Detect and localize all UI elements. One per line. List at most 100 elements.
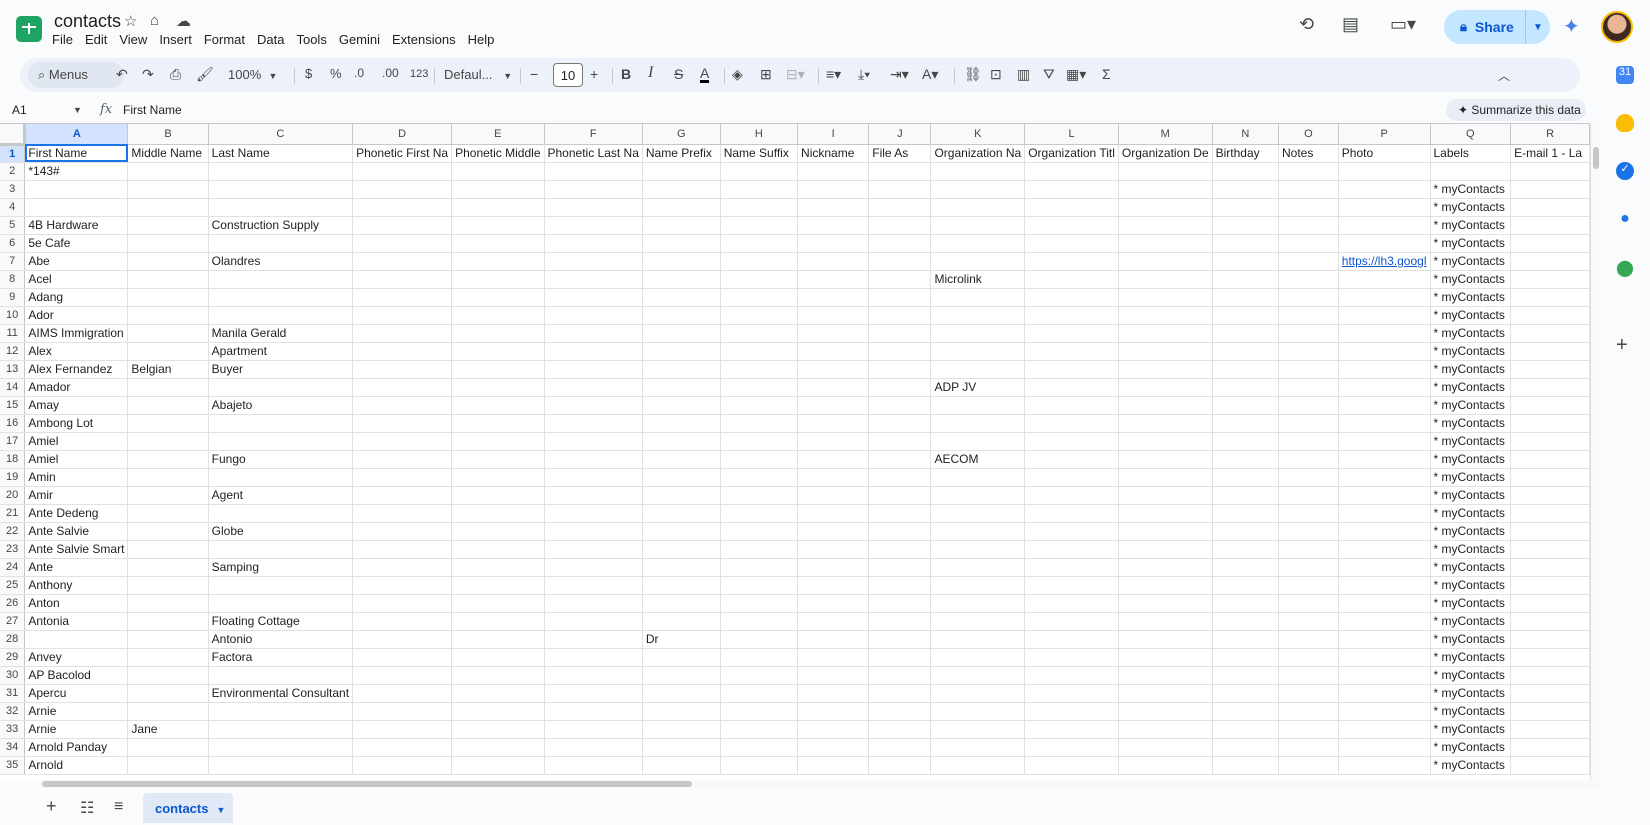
cell[interactable] bbox=[1118, 360, 1213, 379]
row-header[interactable]: 21 bbox=[0, 504, 26, 523]
cell[interactable] bbox=[720, 486, 799, 505]
cell[interactable] bbox=[797, 468, 870, 487]
cell[interactable]: * myContacts bbox=[1430, 414, 1512, 433]
column-header-h[interactable]: H bbox=[720, 124, 799, 145]
cell[interactable]: * myContacts bbox=[1430, 666, 1512, 685]
cell[interactable]: Jane bbox=[127, 720, 209, 739]
cell[interactable] bbox=[544, 522, 643, 541]
cell[interactable] bbox=[1338, 612, 1431, 631]
cell[interactable] bbox=[642, 648, 721, 667]
cell[interactable] bbox=[720, 342, 799, 361]
print-icon[interactable]: ⎙ bbox=[170, 66, 181, 83]
cell[interactable] bbox=[1212, 612, 1279, 631]
column-header-c[interactable]: C bbox=[208, 124, 354, 145]
cell[interactable] bbox=[1212, 360, 1279, 379]
cell[interactable] bbox=[451, 180, 545, 199]
cell[interactable] bbox=[451, 504, 545, 523]
cell[interactable] bbox=[720, 216, 799, 235]
cell[interactable] bbox=[127, 468, 209, 487]
cell[interactable] bbox=[868, 432, 932, 451]
collapse-toolbar-icon[interactable]: ︿ bbox=[1498, 67, 1510, 84]
strikethrough-icon[interactable]: S bbox=[674, 66, 683, 82]
cell[interactable] bbox=[797, 666, 870, 685]
cell[interactable] bbox=[127, 396, 209, 415]
cell[interactable]: *143# bbox=[24, 162, 129, 181]
cell[interactable] bbox=[1510, 612, 1590, 631]
cell[interactable] bbox=[352, 180, 453, 199]
cell[interactable] bbox=[642, 180, 721, 199]
cell[interactable] bbox=[1212, 540, 1279, 559]
cell[interactable] bbox=[1278, 252, 1339, 271]
cell[interactable] bbox=[868, 342, 932, 361]
insert-chart-icon[interactable]: ▥ bbox=[1017, 66, 1030, 83]
cell[interactable] bbox=[127, 288, 209, 307]
cell[interactable] bbox=[1338, 540, 1431, 559]
cell[interactable] bbox=[127, 756, 209, 775]
cell[interactable] bbox=[127, 270, 209, 289]
cell[interactable]: Ador bbox=[24, 306, 129, 325]
cell[interactable] bbox=[208, 738, 354, 757]
cell[interactable] bbox=[1118, 576, 1213, 595]
filter-views-icon[interactable]: ▦▾ bbox=[1066, 66, 1086, 83]
cell[interactable] bbox=[1024, 378, 1119, 397]
row-header[interactable]: 19 bbox=[0, 468, 26, 487]
cell[interactable] bbox=[1338, 702, 1431, 721]
cell[interactable]: Ante Salvie bbox=[24, 522, 129, 541]
cell[interactable] bbox=[930, 702, 1026, 721]
cell[interactable] bbox=[1212, 180, 1279, 199]
cell[interactable] bbox=[642, 162, 721, 181]
horizontal-scroll-thumb[interactable] bbox=[42, 781, 692, 787]
cell[interactable] bbox=[127, 432, 209, 451]
cell[interactable] bbox=[720, 558, 799, 577]
cell[interactable] bbox=[352, 738, 453, 757]
cell[interactable]: Apercu bbox=[24, 684, 129, 703]
cell[interactable] bbox=[544, 252, 643, 271]
cell[interactable] bbox=[544, 360, 643, 379]
cell[interactable] bbox=[451, 378, 545, 397]
cell[interactable] bbox=[1510, 558, 1590, 577]
menu-insert[interactable]: Insert bbox=[153, 32, 198, 50]
cell[interactable]: Apartment bbox=[208, 342, 354, 361]
cell[interactable] bbox=[1024, 558, 1119, 577]
cell[interactable] bbox=[1278, 738, 1339, 757]
cell[interactable] bbox=[127, 504, 209, 523]
cell[interactable] bbox=[544, 540, 643, 559]
cell[interactable] bbox=[352, 630, 453, 649]
cell[interactable] bbox=[352, 360, 453, 379]
chevron-down-icon[interactable]: ▼ bbox=[73, 105, 82, 115]
cell[interactable] bbox=[451, 666, 545, 685]
cell[interactable] bbox=[797, 450, 870, 469]
cell[interactable] bbox=[642, 198, 721, 217]
cell[interactable] bbox=[1118, 684, 1213, 703]
cell[interactable] bbox=[1278, 342, 1339, 361]
cell[interactable] bbox=[451, 414, 545, 433]
spreadsheet-grid[interactable]: ABCDEFGHIJKLMNOPQR 1 First Name Middle Na… bbox=[0, 123, 1590, 780]
cell[interactable] bbox=[720, 306, 799, 325]
cell[interactable] bbox=[352, 612, 453, 631]
cell[interactable] bbox=[1024, 450, 1119, 469]
cell[interactable] bbox=[208, 162, 354, 181]
cell[interactable] bbox=[868, 288, 932, 307]
cell[interactable] bbox=[797, 576, 870, 595]
horizontal-align-icon[interactable]: ≡▾ bbox=[826, 66, 841, 83]
cell[interactable] bbox=[797, 414, 870, 433]
fill-color-icon[interactable]: ◈ bbox=[732, 66, 743, 83]
cell[interactable] bbox=[868, 486, 932, 505]
cell[interactable]: Anton bbox=[24, 594, 129, 613]
cell[interactable] bbox=[868, 360, 932, 379]
cell[interactable] bbox=[930, 648, 1026, 667]
cell[interactable] bbox=[797, 558, 870, 577]
cell[interactable]: Abe bbox=[24, 252, 129, 271]
cell[interactable] bbox=[868, 468, 932, 487]
cell[interactable]: Arnold Panday bbox=[24, 738, 129, 757]
cell[interactable] bbox=[1118, 288, 1213, 307]
cell[interactable]: Arnold bbox=[24, 756, 129, 775]
cell[interactable] bbox=[1118, 396, 1213, 415]
cell[interactable] bbox=[642, 720, 721, 739]
cell[interactable] bbox=[1338, 306, 1431, 325]
cell[interactable] bbox=[868, 522, 932, 541]
cell[interactable] bbox=[1118, 468, 1213, 487]
column-header-o[interactable]: O bbox=[1278, 124, 1339, 145]
document-title[interactable]: contacts bbox=[54, 11, 121, 32]
cell[interactable] bbox=[1118, 180, 1213, 199]
